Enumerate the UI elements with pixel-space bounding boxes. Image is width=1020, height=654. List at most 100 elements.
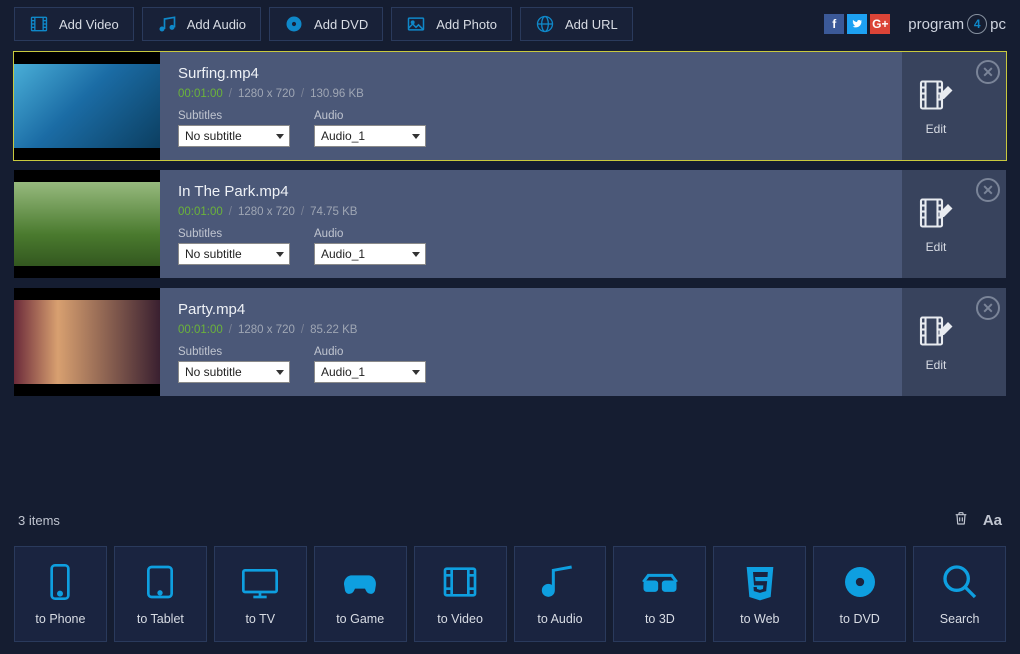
to-audio-button[interactable]: to Audio: [514, 546, 607, 642]
output-targets: to Phone to Tablet to TV to Game to Vide…: [0, 538, 1020, 654]
tv-icon: [240, 562, 280, 602]
file-meta: 00:01:00/1280 x 720/130.96 KB: [178, 88, 884, 100]
film-edit-icon: [918, 313, 954, 352]
subtitle-select[interactable]: No subtitle: [178, 125, 290, 147]
edit-label: Edit: [926, 240, 947, 254]
audio-icon: [540, 562, 580, 602]
dimensions: 1280 x 720: [238, 88, 295, 100]
search-icon: [940, 562, 980, 602]
duration: 00:01:00: [178, 324, 223, 336]
audio-label: Audio: [314, 346, 426, 358]
brand-p2: 4: [974, 17, 981, 31]
add-audio-label: Add Audio: [187, 17, 246, 32]
subtitle-select[interactable]: No subtitle: [178, 243, 290, 265]
3d-glasses-icon: [640, 562, 680, 602]
trash-icon[interactable]: [953, 510, 969, 530]
edit-label: Edit: [926, 122, 947, 136]
target-label: Search: [940, 612, 980, 626]
add-photo-button[interactable]: Add Photo: [391, 7, 512, 41]
to-dvd-button[interactable]: to DVD: [813, 546, 906, 642]
audio-select[interactable]: Audio_1: [314, 361, 426, 383]
globe-icon: [535, 14, 555, 34]
file-meta: 00:01:00/1280 x 720/74.75 KB: [178, 206, 884, 218]
music-icon: [157, 14, 177, 34]
file-name: Party.mp4: [178, 301, 884, 318]
subtitle-select[interactable]: No subtitle: [178, 361, 290, 383]
social-links: f G+: [824, 14, 890, 34]
remove-item-button[interactable]: ✕: [976, 60, 1000, 84]
search-button[interactable]: Search: [913, 546, 1006, 642]
add-dvd-label: Add DVD: [314, 17, 368, 32]
gamepad-icon: [340, 562, 380, 602]
file-size: 74.75 KB: [310, 206, 357, 218]
thumbnail: [14, 170, 160, 278]
phone-icon: [40, 562, 80, 602]
disc-icon: [284, 14, 304, 34]
duration: 00:01:00: [178, 206, 223, 218]
remove-item-button[interactable]: ✕: [976, 178, 1000, 202]
file-name: Surfing.mp4: [178, 65, 884, 82]
facebook-button[interactable]: f: [824, 14, 844, 34]
brand-p1: program: [908, 16, 964, 33]
file-size: 130.96 KB: [310, 88, 364, 100]
video-icon: [440, 562, 480, 602]
film-icon: [29, 14, 49, 34]
to-video-button[interactable]: to Video: [414, 546, 507, 642]
target-label: to Game: [336, 612, 384, 626]
target-label: to Video: [437, 612, 483, 626]
html5-icon: [740, 562, 780, 602]
twitter-button[interactable]: [847, 14, 867, 34]
add-video-label: Add Video: [59, 17, 119, 32]
to-tv-button[interactable]: to TV: [214, 546, 307, 642]
target-label: to 3D: [645, 612, 675, 626]
to-phone-button[interactable]: to Phone: [14, 546, 107, 642]
audio-label: Audio: [314, 228, 426, 240]
film-edit-icon: [918, 195, 954, 234]
font-icon[interactable]: Aa: [983, 512, 1002, 529]
audio-select[interactable]: Audio_1: [314, 125, 426, 147]
file-meta: 00:01:00/1280 x 720/85.22 KB: [178, 324, 884, 336]
target-label: to DVD: [840, 612, 880, 626]
tablet-icon: [140, 562, 180, 602]
image-icon: [406, 14, 426, 34]
film-edit-icon: [918, 77, 954, 116]
file-name: In The Park.mp4: [178, 183, 884, 200]
edit-button[interactable]: Edit: [902, 170, 970, 278]
add-photo-label: Add Photo: [436, 17, 497, 32]
subtitle-label: Subtitles: [178, 110, 290, 122]
add-url-button[interactable]: Add URL: [520, 7, 633, 41]
subtitle-label: Subtitles: [178, 228, 290, 240]
file-size: 85.22 KB: [310, 324, 357, 336]
list-item[interactable]: Party.mp4 00:01:00/1280 x 720/85.22 KB S…: [14, 288, 1006, 396]
brand-logo: program 4 pc: [908, 14, 1006, 34]
edit-button[interactable]: Edit: [902, 288, 970, 396]
edit-label: Edit: [926, 358, 947, 372]
to-web-button[interactable]: to Web: [713, 546, 806, 642]
item-info: Surfing.mp4 00:01:00/1280 x 720/130.96 K…: [160, 52, 902, 160]
add-dvd-button[interactable]: Add DVD: [269, 7, 383, 41]
thumbnail: [14, 288, 160, 396]
audio-select[interactable]: Audio_1: [314, 243, 426, 265]
target-label: to Phone: [35, 612, 85, 626]
target-label: to TV: [245, 612, 275, 626]
add-audio-button[interactable]: Add Audio: [142, 7, 261, 41]
googleplus-button[interactable]: G+: [870, 14, 890, 34]
list-item[interactable]: Surfing.mp4 00:01:00/1280 x 720/130.96 K…: [14, 52, 1006, 160]
dvd-icon: [840, 562, 880, 602]
list-item[interactable]: In The Park.mp4 00:01:00/1280 x 720/74.7…: [14, 170, 1006, 278]
brand-p3: pc: [990, 16, 1006, 33]
dimensions: 1280 x 720: [238, 324, 295, 336]
to-tablet-button[interactable]: to Tablet: [114, 546, 207, 642]
status-bar: 3 items Aa: [0, 502, 1020, 538]
to-game-button[interactable]: to Game: [314, 546, 407, 642]
thumbnail: [14, 52, 160, 160]
edit-button[interactable]: Edit: [902, 52, 970, 160]
to-3d-button[interactable]: to 3D: [613, 546, 706, 642]
remove-item-button[interactable]: ✕: [976, 296, 1000, 320]
item-info: In The Park.mp4 00:01:00/1280 x 720/74.7…: [160, 170, 902, 278]
add-video-button[interactable]: Add Video: [14, 7, 134, 41]
item-count: 3 items: [18, 513, 60, 528]
duration: 00:01:00: [178, 88, 223, 100]
audio-label: Audio: [314, 110, 426, 122]
target-label: to Audio: [537, 612, 582, 626]
